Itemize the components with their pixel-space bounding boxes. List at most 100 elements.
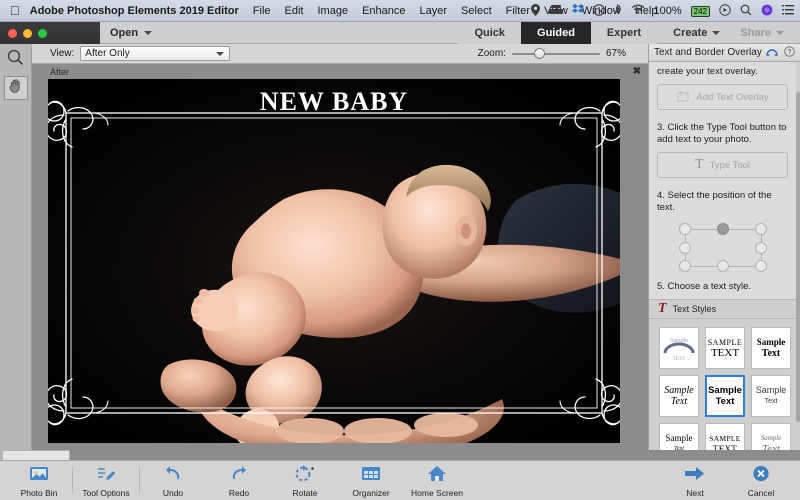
battery-icon[interactable]: 242 [690,5,710,17]
type-tool-button[interactable]: T Type Tool [657,152,788,178]
redo-button[interactable]: Redo [206,461,272,498]
text-style-option[interactable]: SAMPLE TEXT [705,327,745,369]
undo-label: Undo [162,488,184,498]
text-styles-header: T Text Styles [649,299,796,319]
text-style-option[interactable]: Sample TEXT [659,327,699,369]
menu-enhance[interactable]: Enhance [362,5,405,17]
wifi-icon[interactable] [631,4,645,18]
home-screen-button[interactable]: Home Screen [404,461,470,498]
app-toolbar: Open Quick Guided Expert Create Share [100,21,800,44]
apple-logo-icon[interactable]:  [0,4,30,17]
style-line2: Text [715,396,735,407]
text-style-option[interactable]: Sample Text [751,375,791,417]
tab-quick[interactable]: Quick [458,21,522,44]
svg-text:T: T [679,90,684,98]
panel-body[interactable]: create your text overlay. T Add Text Ove… [649,62,800,460]
text-style-icon: T [658,301,667,316]
tab-quick-label: Quick [474,26,506,39]
type-tool-label: Type Tool [709,159,751,171]
organizer-button[interactable]: Organizer [338,461,404,498]
home-screen-label: Home Screen [411,488,463,498]
style-line1: Sample [708,385,742,396]
close-document-button[interactable]: ✖ [633,67,641,77]
step-4-text: 4. Select the position of the text. [657,190,772,213]
notifications-icon[interactable] [782,4,794,18]
undo-button[interactable]: Undo [140,461,206,498]
chevron-down-icon [216,51,225,56]
box-icon[interactable] [548,4,563,18]
text-style-option[interactable]: Sample Text [751,327,791,369]
hand-icon [8,78,24,99]
panel-scrollbar[interactable] [796,62,800,460]
battery-percent: 100% [653,5,682,17]
style-line1: SAMPLE [709,434,741,443]
panel-scrollbar-thumb[interactable] [796,92,800,422]
minimize-window-button[interactable] [23,28,32,38]
menu-image[interactable]: Image [318,5,349,17]
location-icon[interactable] [530,3,540,19]
tool-options-icon [96,465,116,487]
tool-options-button[interactable]: Tool Options [73,461,139,498]
zoom-slider[interactable] [511,48,600,59]
overlay-title-text[interactable]: NEW BABY [48,87,620,117]
position-node-top-center[interactable] [716,223,729,235]
view-mode-select[interactable]: After Only [80,46,231,61]
tab-expert[interactable]: Expert [590,21,658,44]
photo-bin-tab[interactable] [2,450,70,460]
position-node-middle-right[interactable] [754,242,767,254]
text-style-option[interactable]: Sample Text [659,375,699,417]
text-position-selector[interactable] [678,223,767,273]
dropbox-icon[interactable] [571,4,584,18]
svg-text:Sample: Sample [670,338,688,344]
close-window-button[interactable] [8,28,17,38]
hand-tool-button[interactable] [3,76,28,100]
menu-file[interactable]: File [253,5,271,17]
create-button[interactable]: Create [665,27,728,39]
next-button[interactable]: Next [662,461,728,498]
chevron-down-icon [776,30,784,35]
cancel-circle-icon [752,465,770,487]
zoom-tool-button[interactable] [4,48,28,72]
time-machine-icon[interactable] [592,3,605,19]
zoom-slider-track [511,53,600,55]
photo-canvas[interactable]: NEW BABY [48,79,620,443]
magnifier-icon [7,49,24,71]
photo-bin-button[interactable]: Photo Bin [6,461,72,498]
position-node-top-left[interactable] [678,223,691,235]
svg-text:TEXT: TEXT [673,357,686,362]
text-style-grid: Sample TEXT SAMPLE TEXT Sample Text Samp… [649,319,796,460]
style-line1: Sample [664,385,694,396]
window-controls [0,28,47,38]
menu-edit[interactable]: Edit [285,5,304,17]
position-node-middle-left[interactable] [678,242,691,254]
rotate-button[interactable]: Rotate [272,461,338,498]
siri-icon[interactable] [761,4,773,19]
position-node-bottom-center[interactable] [716,260,729,272]
menu-filter[interactable]: Filter [506,5,530,17]
toolbar-right-actions: Create Share [657,27,800,39]
tool-options-label: Tool Options [82,488,130,498]
add-text-overlay-button[interactable]: T Add Text Overlay [657,84,788,110]
tab-guided[interactable]: Guided [521,21,591,44]
maximize-window-button[interactable] [38,28,47,38]
undo-arc-icon[interactable] [766,47,778,59]
style-line1: Sample [665,433,693,443]
control-center-icon[interactable] [719,3,731,19]
menu-layer[interactable]: Layer [420,5,448,17]
help-icon[interactable]: ? [784,45,795,60]
organizer-label: Organizer [352,488,390,498]
open-button[interactable]: Open [100,22,162,44]
bluetooth-icon[interactable] [614,3,622,19]
rotate-label: Rotate [292,488,318,498]
macos-menu-bar:  Adobe Photoshop Elements 2019 Editor F… [0,0,800,22]
share-button[interactable]: Share [732,27,792,39]
menu-select[interactable]: Select [461,5,492,17]
position-node-bottom-right[interactable] [754,260,767,272]
cancel-button[interactable]: Cancel [728,461,794,498]
position-node-bottom-left[interactable] [678,260,691,272]
zoom-slider-handle[interactable] [533,48,545,59]
style-line1: Sample [756,337,786,347]
search-icon[interactable] [740,4,752,19]
position-node-top-right[interactable] [754,223,767,235]
text-style-option-selected[interactable]: Sample Text [705,375,745,417]
